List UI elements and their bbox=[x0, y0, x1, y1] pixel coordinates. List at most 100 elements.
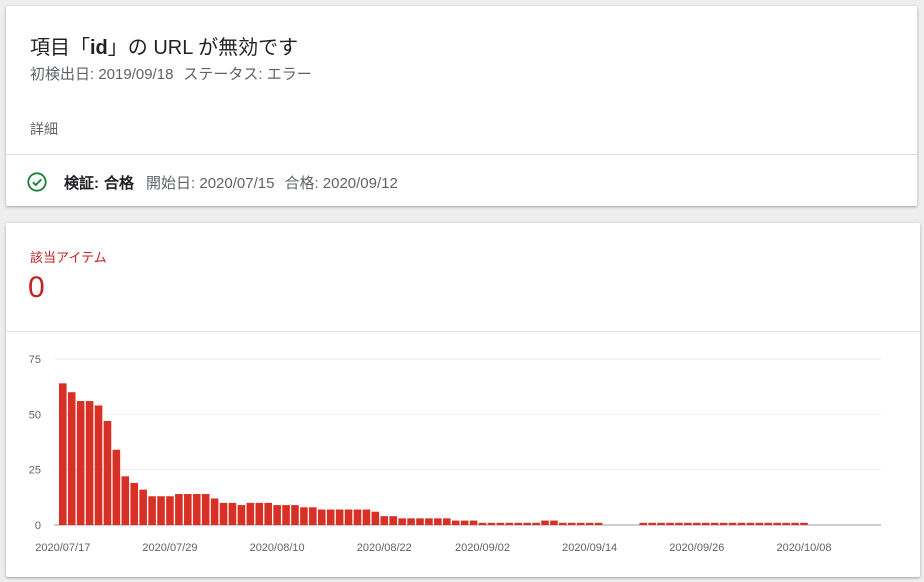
details-link[interactable]: 詳細 bbox=[30, 119, 58, 139]
chart-bar[interactable] bbox=[139, 489, 147, 525]
chart-bar[interactable] bbox=[416, 518, 424, 525]
chart-bar[interactable] bbox=[675, 522, 683, 525]
chart-bar[interactable] bbox=[746, 522, 755, 525]
chart-bar[interactable] bbox=[94, 405, 103, 525]
chart-bar[interactable] bbox=[76, 401, 85, 525]
chart-bar[interactable] bbox=[407, 518, 415, 525]
chart-bar[interactable] bbox=[755, 522, 764, 525]
chart-bar[interactable] bbox=[684, 522, 692, 525]
validation-status: 合格 bbox=[104, 174, 135, 192]
chart-bar[interactable] bbox=[103, 420, 112, 525]
chart-bar[interactable] bbox=[496, 522, 505, 525]
chart-bar[interactable] bbox=[192, 494, 201, 525]
chart-bar[interactable] bbox=[237, 505, 246, 525]
chart-bar[interactable] bbox=[201, 494, 210, 525]
chart-bar[interactable] bbox=[282, 505, 290, 525]
x-tick-label: 2020/10/08 bbox=[776, 542, 831, 554]
chart-bar[interactable] bbox=[175, 494, 183, 525]
chart-bar[interactable] bbox=[719, 522, 728, 525]
chart-bar[interactable] bbox=[228, 502, 237, 525]
y-tick-label: 50 bbox=[29, 409, 41, 421]
details-divider bbox=[6, 154, 917, 155]
chart-bar[interactable] bbox=[291, 505, 299, 525]
chart-bar[interactable] bbox=[148, 496, 156, 525]
chart-bar[interactable] bbox=[442, 518, 451, 525]
chart-bar[interactable] bbox=[800, 522, 808, 525]
affected-items-label: 該当アイテム bbox=[30, 250, 107, 265]
chart-bar[interactable] bbox=[59, 383, 67, 525]
chart-bar[interactable] bbox=[317, 509, 326, 525]
chart-bar[interactable] bbox=[67, 392, 76, 525]
chart-bar[interactable] bbox=[344, 509, 353, 525]
chart-bar[interactable] bbox=[728, 522, 737, 525]
validation-label: 検証: bbox=[64, 174, 99, 192]
x-tick-label: 2020/09/26 bbox=[669, 542, 724, 554]
chart-bar[interactable] bbox=[451, 520, 460, 525]
issue-title-suffix: 」の URL が無効です bbox=[107, 37, 299, 59]
chart-bar[interactable] bbox=[121, 476, 130, 525]
x-tick-label: 2020/09/14 bbox=[562, 542, 617, 554]
chart-bar[interactable] bbox=[434, 518, 442, 525]
issue-card: 項目「id」の URL が無効です 初検出日: 2019/09/18 ステータス:… bbox=[6, 6, 917, 206]
chart-bar[interactable] bbox=[326, 509, 335, 525]
chart-bar[interactable] bbox=[469, 520, 478, 525]
chart-bar[interactable] bbox=[353, 509, 362, 525]
validation-pass-date: 合格: 2020/09/12 bbox=[284, 174, 398, 192]
chart-bar[interactable] bbox=[594, 522, 603, 525]
chart-bar[interactable] bbox=[184, 494, 192, 525]
chart-bar[interactable] bbox=[157, 496, 165, 525]
chart-bar[interactable] bbox=[130, 482, 139, 525]
chart-bar[interactable] bbox=[362, 509, 371, 525]
x-tick-label: 2020/07/29 bbox=[142, 542, 197, 554]
chart-bar[interactable] bbox=[380, 516, 389, 525]
chart-bar[interactable] bbox=[255, 502, 264, 525]
chart-bar[interactable] bbox=[478, 522, 487, 525]
chart-bar[interactable] bbox=[246, 502, 255, 525]
chart-bar[interactable] bbox=[389, 516, 398, 525]
validation-start-date: 開始日: 2020/07/15 bbox=[146, 174, 275, 192]
chart-bar[interactable] bbox=[693, 522, 701, 525]
chart-bar[interactable] bbox=[737, 522, 746, 525]
chart-bar[interactable] bbox=[657, 522, 665, 525]
chart-bar[interactable] bbox=[532, 522, 540, 525]
chart-bar[interactable] bbox=[425, 518, 433, 525]
chart-bar[interactable] bbox=[112, 449, 121, 525]
chart-bar[interactable] bbox=[487, 522, 496, 525]
chart-bar[interactable] bbox=[710, 522, 719, 525]
chart-bar[interactable] bbox=[210, 498, 219, 525]
chart-bar[interactable] bbox=[523, 522, 531, 525]
y-tick-label: 0 bbox=[35, 520, 41, 532]
affected-items-chart: 0 25 50 75 2020/07/17 2020/07/29 2020/08/10 202… bbox=[29, 354, 881, 554]
chart-bar[interactable] bbox=[335, 509, 344, 525]
chart-bar[interactable] bbox=[273, 505, 281, 525]
x-tick-label: 2020/08/10 bbox=[250, 542, 305, 554]
chart-bar[interactable] bbox=[371, 511, 380, 525]
chart-bar[interactable] bbox=[559, 522, 567, 525]
chart-bar[interactable] bbox=[639, 522, 648, 525]
chart-bar[interactable] bbox=[541, 520, 549, 525]
x-tick-label: 2020/08/22 bbox=[357, 542, 412, 554]
chart-bar[interactable] bbox=[460, 520, 469, 525]
issue-title: 項目「id」の URL が無効です bbox=[30, 31, 298, 60]
chart-bar[interactable] bbox=[505, 522, 514, 525]
chart-bar[interactable] bbox=[764, 522, 773, 525]
chart-bar[interactable] bbox=[585, 522, 594, 525]
chart-bar[interactable] bbox=[264, 502, 272, 525]
chart-bar[interactable] bbox=[666, 522, 674, 525]
chart-bar[interactable] bbox=[514, 522, 523, 525]
chart-bar[interactable] bbox=[85, 401, 94, 525]
chart-bar[interactable] bbox=[648, 522, 656, 525]
chart-bar[interactable] bbox=[309, 507, 317, 525]
chart-bar[interactable] bbox=[701, 522, 710, 525]
chart-bar[interactable] bbox=[791, 522, 799, 525]
chart-bar[interactable] bbox=[576, 522, 585, 525]
chart-bar[interactable] bbox=[568, 522, 576, 525]
chart-bar[interactable] bbox=[300, 507, 308, 525]
chart-bar[interactable] bbox=[398, 518, 406, 525]
chart-bar[interactable] bbox=[219, 502, 228, 525]
x-tick-label: 2020/09/02 bbox=[455, 542, 510, 554]
chart-bar[interactable] bbox=[550, 520, 558, 525]
chart-bar[interactable] bbox=[782, 522, 790, 525]
chart-bar[interactable] bbox=[166, 496, 174, 525]
chart-bar[interactable] bbox=[773, 522, 781, 525]
